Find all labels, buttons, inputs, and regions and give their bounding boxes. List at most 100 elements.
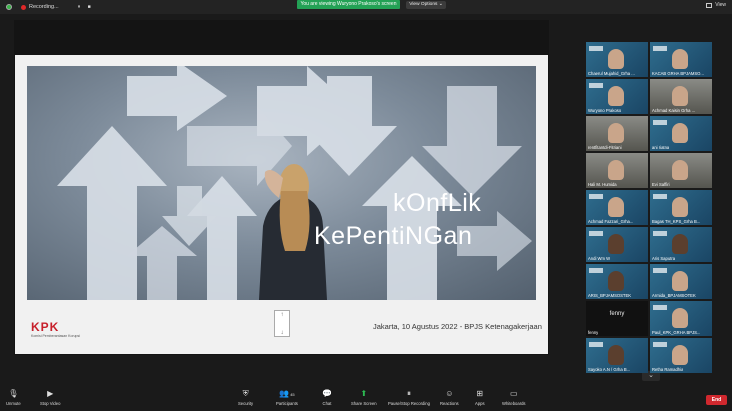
apps-button[interactable]: ⊞ Apps bbox=[475, 389, 485, 411]
whiteboard-icon: ▭ bbox=[509, 389, 518, 398]
virtual-background-logo bbox=[653, 305, 667, 310]
participants-button[interactable]: 👥45 Participants bbox=[276, 389, 298, 411]
participant-avatar bbox=[608, 86, 624, 106]
participant-avatar bbox=[608, 271, 624, 291]
virtual-background-logo bbox=[653, 46, 667, 51]
participant-name: Aris Saputra bbox=[652, 256, 676, 261]
participant-avatar bbox=[608, 160, 624, 180]
participant-tile[interactable]: Chaerul Mujahid_Grha ... bbox=[586, 42, 648, 77]
participant-avatar bbox=[672, 234, 688, 254]
share-screen-icon: ⬆ bbox=[360, 389, 368, 398]
stop-recording-icon[interactable]: ■ bbox=[86, 4, 93, 10]
participant-avatar bbox=[672, 345, 688, 365]
top-bar: Recording... ⏸ ■ You are viewing Wuryono… bbox=[0, 0, 732, 14]
virtual-background-logo bbox=[653, 194, 667, 199]
participant-tile[interactable]: rentfitantdi-Fitriani bbox=[586, 116, 648, 151]
pause-recording-button[interactable]: ⏸ Pause/Stop Recording bbox=[388, 389, 430, 411]
presentation-slide: kOnfLik KePentiNGan KPK Komisi Pemberant… bbox=[15, 55, 548, 354]
slide-title-line2: KePentiNGan bbox=[314, 222, 473, 250]
virtual-background-logo bbox=[589, 231, 603, 236]
grid-icon bbox=[706, 2, 713, 8]
virtual-background-logo bbox=[589, 194, 603, 199]
participant-avatar bbox=[672, 49, 688, 69]
stop-video-button[interactable]: ▶ Stop Video bbox=[40, 389, 60, 411]
security-button[interactable]: ⛨ Security bbox=[238, 389, 253, 411]
whiteboards-button[interactable]: ▭ Whiteboards bbox=[502, 389, 526, 411]
participant-name: Chaerul Mujahid_Grha ... bbox=[588, 71, 635, 76]
participant-name: ani riatna bbox=[652, 145, 670, 150]
view-button[interactable]: View bbox=[706, 2, 726, 8]
virtual-background-logo bbox=[589, 268, 603, 273]
participant-avatar bbox=[672, 271, 688, 291]
slide-footer: Jakarta, 10 Agustus 2022 - BPJS Ketenaga… bbox=[373, 322, 542, 331]
view-label: View bbox=[715, 2, 726, 8]
virtual-background-logo bbox=[653, 120, 667, 125]
pause-icon: ⏸ bbox=[406, 389, 411, 398]
participant-display-name: fenny bbox=[609, 311, 625, 317]
participant-avatar bbox=[608, 49, 624, 69]
virtual-background-logo bbox=[589, 83, 603, 88]
smiley-icon: ☺ bbox=[445, 389, 454, 398]
participant-tile[interactable]: fenny fenny bbox=[586, 301, 648, 336]
participants-icon: 👥45 bbox=[279, 389, 295, 398]
chat-button[interactable]: 💬 Chat bbox=[322, 389, 332, 411]
pause-recording-label: Pause/Stop Recording bbox=[388, 401, 430, 406]
security-label: Security bbox=[238, 401, 254, 406]
participants-label: Participants bbox=[276, 401, 298, 406]
recording-indicator: Recording... ⏸ ■ bbox=[6, 2, 93, 12]
camera-icon: ▶ bbox=[47, 389, 54, 398]
participant-name: rentfitantdi-Fitriani bbox=[588, 145, 622, 150]
participant-name: Retha Ramadhia bbox=[652, 367, 684, 372]
unmute-button[interactable]: 🎙 Unmute bbox=[6, 389, 21, 411]
meeting-toolbar: 🎙 Unmute ▶ Stop Video ⛨ Security 👥45 Par… bbox=[0, 389, 732, 411]
participant-tile[interactable]: Andi Wm W bbox=[586, 227, 648, 262]
participant-tile[interactable]: Bagas TH_KPS_Grha B... bbox=[650, 190, 712, 225]
shield-icon: ⛨ bbox=[242, 389, 249, 398]
participant-tile[interactable]: Achmad Fazzari_Grha... bbox=[586, 190, 648, 225]
participant-tile[interactable]: Evi Saffiri bbox=[650, 153, 712, 188]
screen-share-banner: You are viewing Wuryono Prakoso's screen bbox=[297, 0, 400, 9]
participant-tile[interactable]: Armida_BPJAMSOTEK bbox=[650, 264, 712, 299]
participant-count: 45 bbox=[290, 392, 295, 397]
chat-icon: 💬 bbox=[322, 389, 332, 398]
stop-video-label: Stop Video bbox=[40, 401, 61, 406]
participant-tile[interactable]: Paul_KPK_GRHA BPJS... bbox=[650, 301, 712, 336]
participant-name: Hali M. Humida bbox=[588, 182, 617, 187]
microphone-muted-icon: 🎙 bbox=[8, 389, 19, 398]
participant-tile[interactable]: ani riatna bbox=[650, 116, 712, 151]
participant-name: Evi Saffiri bbox=[652, 182, 670, 187]
participant-tile[interactable]: Achmad Kaisin Grha ... bbox=[650, 79, 712, 114]
scroll-hint: ↑ ↓ bbox=[274, 310, 290, 337]
kpk-logo: KPK bbox=[31, 320, 60, 334]
participant-tile[interactable]: Sayoko A.N / Grha B... bbox=[586, 338, 648, 373]
pause-recording-icon[interactable]: ⏸ bbox=[76, 4, 83, 10]
participant-avatar bbox=[608, 234, 624, 254]
virtual-background-logo bbox=[589, 342, 603, 347]
participant-name: Achmad Kaisin Grha ... bbox=[652, 108, 696, 113]
participant-avatar bbox=[608, 197, 624, 217]
participant-avatar bbox=[672, 86, 688, 106]
participant-tile[interactable]: ARIS_BPJAMSOSTEK bbox=[586, 264, 648, 299]
participant-tile[interactable]: Retha Ramadhia bbox=[650, 338, 712, 373]
arrows-illustration bbox=[57, 66, 532, 300]
virtual-background-logo bbox=[653, 342, 667, 347]
participant-name: ARIS_BPJAMSOSTEK bbox=[588, 293, 632, 298]
participant-tile[interactable]: Hali M. Humida bbox=[586, 153, 648, 188]
chat-label: Chat bbox=[322, 401, 332, 406]
participant-tile[interactable]: Aris Saputra bbox=[650, 227, 712, 262]
shield-icon[interactable] bbox=[6, 4, 12, 10]
share-screen-button[interactable]: ⬆ Share Screen bbox=[351, 389, 377, 411]
participant-name: Achmad Fazzari_Grha... bbox=[588, 219, 634, 224]
participant-tile[interactable]: Wuryono Prakoso bbox=[586, 79, 648, 114]
unmute-label: Unmute bbox=[6, 401, 21, 406]
apps-label: Apps bbox=[475, 401, 485, 406]
virtual-background-logo bbox=[653, 268, 667, 273]
participant-avatar bbox=[672, 160, 688, 180]
view-options-button[interactable]: View Options ⌄ bbox=[406, 1, 446, 9]
participant-avatar bbox=[608, 123, 624, 143]
record-icon bbox=[21, 4, 26, 10]
reactions-button[interactable]: ☺ Reactions bbox=[440, 389, 459, 411]
kpk-logo-subtitle: Komisi Pemberantasan Korupsi bbox=[31, 334, 81, 338]
end-button[interactable]: End bbox=[706, 395, 727, 405]
participant-tile[interactable]: KACAB GRHA BPJAMSO... bbox=[650, 42, 712, 77]
